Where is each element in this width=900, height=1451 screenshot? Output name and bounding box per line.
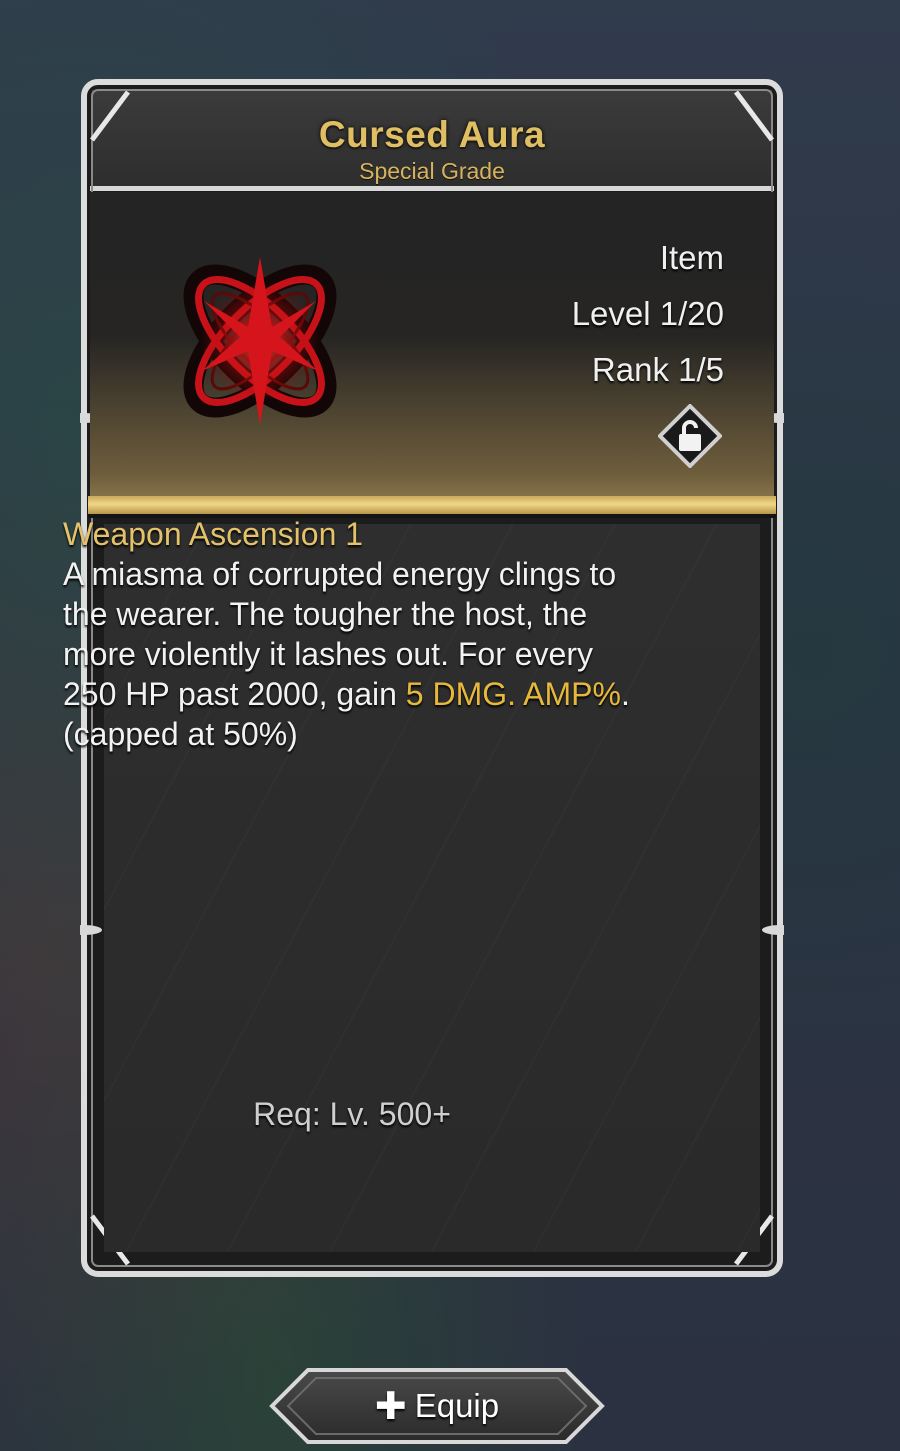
equip-button-label: Equip xyxy=(414,1387,500,1424)
ability-description: Weapon Ascension 1 A miasma of corrupted… xyxy=(63,514,643,754)
unlock-icon[interactable] xyxy=(658,404,722,468)
item-name: Cursed Aura xyxy=(318,114,546,155)
item-stats: Item Level 1/20 Rank 1/5 xyxy=(572,230,724,398)
cursed-aura-icon xyxy=(183,257,337,425)
plus-icon: ✚ xyxy=(374,1386,407,1428)
equip-button[interactable]: ✚ Equip xyxy=(268,1366,606,1446)
item-level: Level 1/20 xyxy=(571,295,724,332)
item-rank: Rank 1/5 xyxy=(591,351,724,388)
equip-button-content: ✚ Equip xyxy=(268,1384,606,1429)
item-grade: Special Grade xyxy=(359,158,505,184)
item-type: Item xyxy=(659,239,724,276)
ability-highlight: 5 DMG. AMP% xyxy=(405,676,621,712)
level-requirement: Req: Lv. 500+ xyxy=(253,1096,451,1132)
ability-title: Weapon Ascension 1 xyxy=(63,516,364,552)
